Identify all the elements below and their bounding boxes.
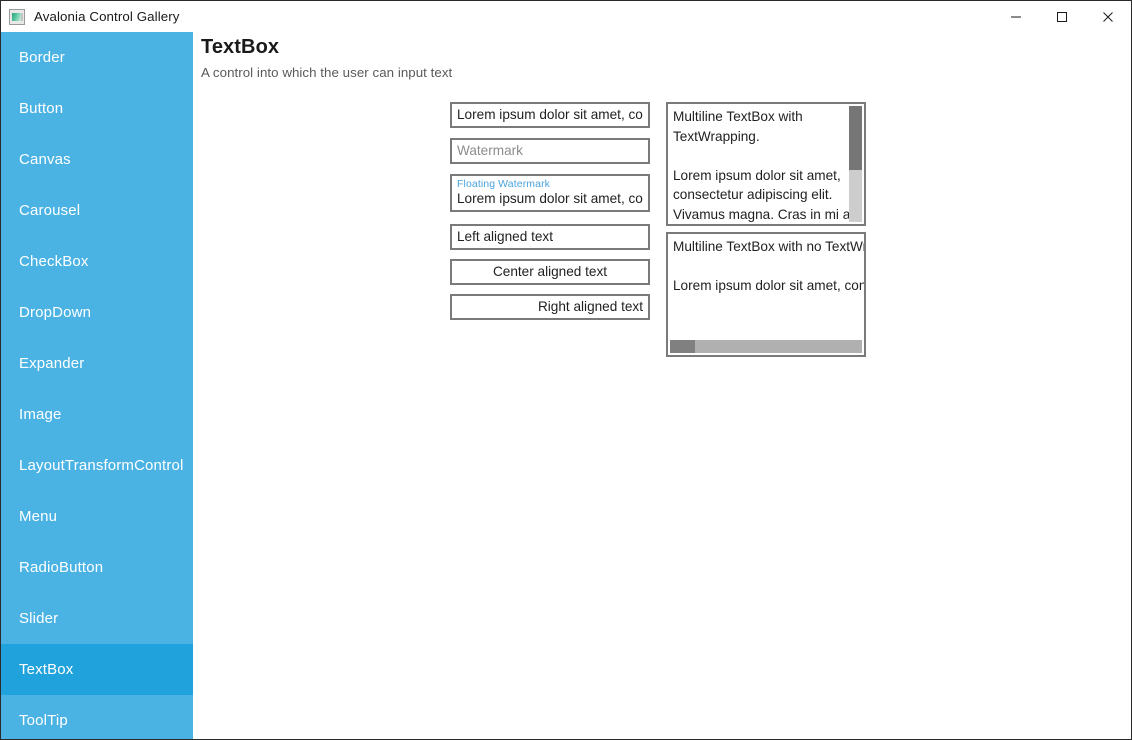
textbox-watermark[interactable]: Watermark: [450, 138, 650, 164]
sidebar-item-button[interactable]: Button: [1, 83, 193, 134]
minimize-icon: [1011, 16, 1021, 17]
vertical-scrollbar-thumb[interactable]: [849, 106, 862, 170]
textbox-left-aligned[interactable]: Left aligned text: [450, 224, 650, 250]
sidebar-item-label: Canvas: [19, 151, 71, 168]
sidebar-item-label: Carousel: [19, 202, 81, 219]
vertical-scrollbar[interactable]: [849, 106, 862, 222]
textbox-basic[interactable]: Lorem ipsum dolor sit amet, consec: [450, 102, 650, 128]
sidebar-item-label: CheckBox: [19, 253, 89, 270]
close-icon: [1103, 11, 1113, 22]
page-subtitle: A control into which the user can input …: [201, 65, 453, 80]
textbox-multiline-wrap-value: Multiline TextBox with TextWrapping. Lor…: [673, 109, 854, 222]
textbox-floating-watermark[interactable]: Floating Watermark Lorem ipsum dolor sit…: [450, 174, 650, 212]
sidebar-item-label: DropDown: [19, 304, 92, 321]
sidebar-item-checkbox[interactable]: CheckBox: [1, 236, 193, 287]
app-window-icon: [9, 8, 25, 25]
sidebar-item-expander[interactable]: Expander: [1, 338, 193, 389]
textbox-floating-watermark-value: Lorem ipsum dolor sit amet, consec: [457, 191, 643, 206]
sidebar-item-label: Expander: [19, 355, 85, 372]
main-content: TextBox A control into which the user ca…: [193, 32, 1131, 739]
sidebar-item-radiobutton[interactable]: RadioButton: [1, 542, 193, 593]
sidebar-item-label: Border: [19, 49, 65, 66]
sidebar-item-label: Button: [19, 100, 64, 117]
sidebar-item-dropdown[interactable]: DropDown: [1, 287, 193, 338]
close-button[interactable]: [1085, 1, 1131, 32]
textbox-multiline-wrap[interactable]: Multiline TextBox with TextWrapping. Lor…: [666, 102, 866, 226]
textbox-watermark-placeholder: Watermark: [457, 143, 523, 158]
sidebar-item-label: TextBox: [19, 661, 74, 678]
sidebar-item-label: Menu: [19, 508, 58, 525]
sidebar-item-carousel[interactable]: Carousel: [1, 185, 193, 236]
textbox-right-aligned-value: Right aligned text: [537, 299, 643, 314]
textbox-right-aligned[interactable]: Right aligned text: [450, 294, 650, 320]
app-window: Avalonia Control Gallery Border Button C…: [0, 0, 1132, 740]
textbox-center-aligned-value: Center aligned text: [492, 264, 608, 279]
textbox-basic-value: Lorem ipsum dolor sit amet, consec: [457, 107, 643, 122]
textbox-center-aligned[interactable]: Center aligned text: [450, 259, 650, 285]
sidebar-nav[interactable]: Border Button Canvas Carousel CheckBox D…: [1, 32, 193, 739]
window-controls: [993, 1, 1131, 32]
sidebar-item-layouttransformcontrol[interactable]: LayoutTransformControl: [1, 440, 193, 491]
maximize-icon: [1057, 11, 1067, 22]
page-title: TextBox: [201, 36, 280, 58]
sidebar-item-canvas[interactable]: Canvas: [1, 134, 193, 185]
textbox-left-aligned-value: Left aligned text: [457, 229, 553, 244]
textbox-multiline-nowrap-value: Multiline TextBox with no TextWrapp Lore…: [673, 239, 866, 293]
sidebar-item-label: RadioButton: [19, 559, 104, 576]
textbox-multiline-nowrap[interactable]: Multiline TextBox with no TextWrapp Lore…: [666, 232, 866, 357]
sidebar-item-label: LayoutTransformControl: [19, 457, 184, 474]
minimize-button[interactable]: [993, 1, 1039, 32]
sidebar-item-textbox[interactable]: TextBox: [1, 644, 193, 695]
app-icon-gradient: [12, 12, 21, 21]
sidebar-item-slider[interactable]: Slider: [1, 593, 193, 644]
textbox-floating-watermark-label: Floating Watermark: [457, 178, 551, 190]
app-icon-sidebar: [21, 12, 23, 21]
sidebar-item-menu[interactable]: Menu: [1, 491, 193, 542]
horizontal-scrollbar[interactable]: [670, 340, 862, 353]
title-bar[interactable]: Avalonia Control Gallery: [1, 1, 1131, 32]
sidebar-item-label: ToolTip: [19, 712, 68, 729]
maximize-button[interactable]: [1039, 1, 1085, 32]
sidebar-item-tooltip[interactable]: ToolTip: [1, 695, 193, 739]
sidebar-item-label: Image: [19, 406, 62, 423]
sidebar-item-image[interactable]: Image: [1, 389, 193, 440]
sidebar-item-border[interactable]: Border: [1, 32, 193, 83]
horizontal-scrollbar-thumb[interactable]: [670, 340, 695, 353]
window-title: Avalonia Control Gallery: [34, 9, 180, 24]
sidebar-item-label: Slider: [19, 610, 59, 627]
